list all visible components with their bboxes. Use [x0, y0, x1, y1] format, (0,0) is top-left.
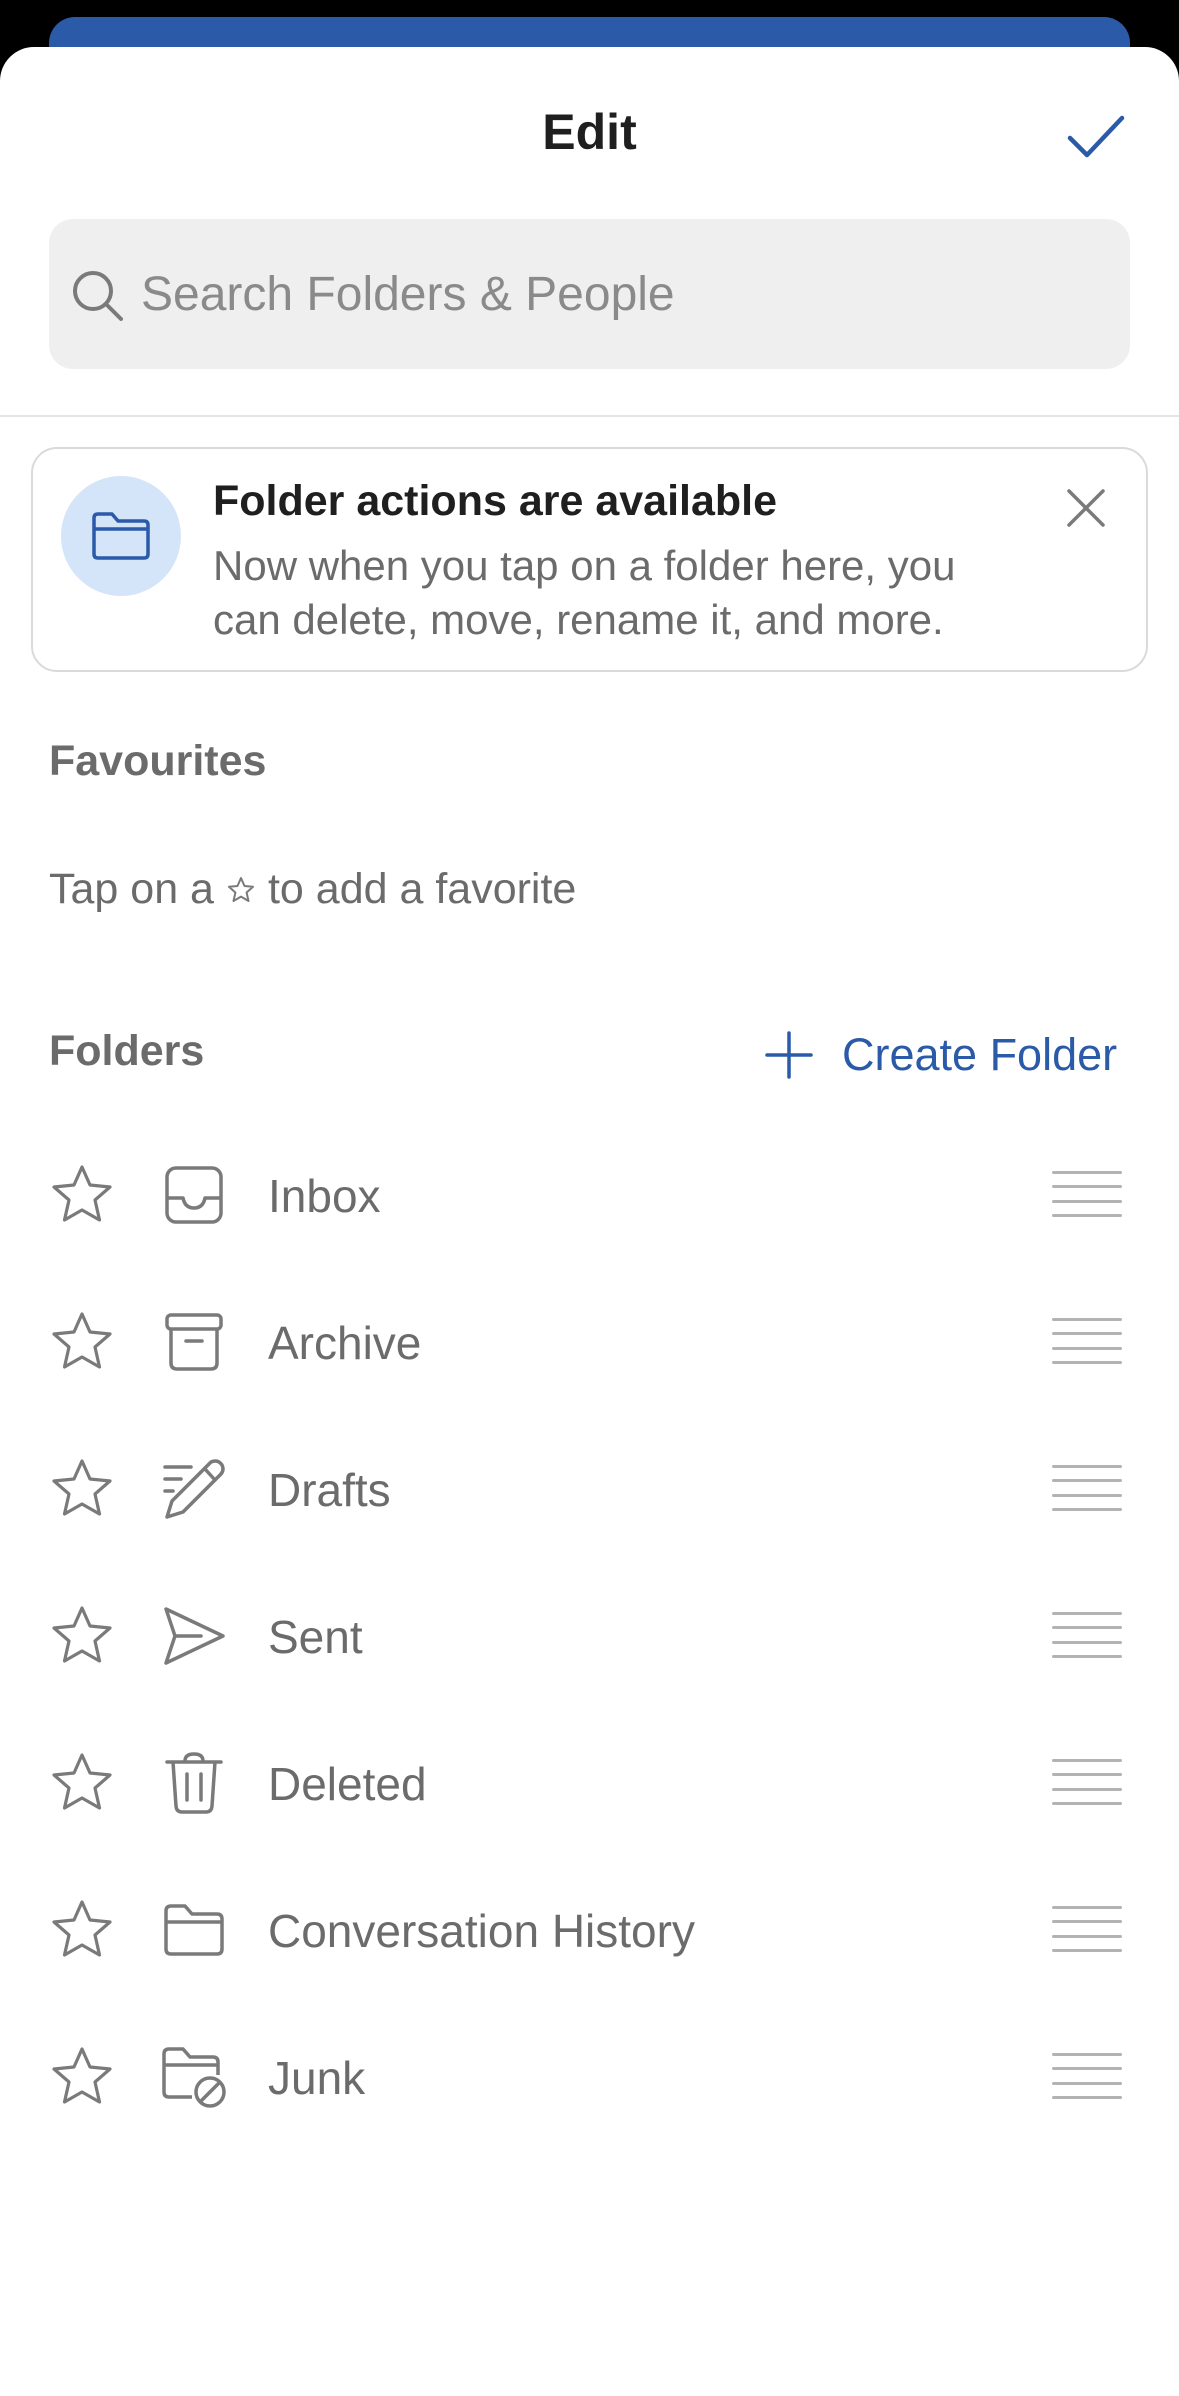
favorite-toggle[interactable] — [48, 1161, 116, 1229]
star-icon — [52, 1753, 112, 1810]
create-folder-button[interactable]: Create Folder — [764, 1023, 1117, 1087]
folder-name: Sent — [268, 1611, 363, 1663]
folder-row-archive[interactable]: Archive — [0, 1268, 1179, 1415]
folders-heading: Folders — [49, 1027, 205, 1075]
folder-type-icon — [160, 2043, 228, 2111]
close-icon — [1067, 489, 1105, 527]
star-icon — [52, 1900, 112, 1957]
search-bar[interactable] — [49, 219, 1130, 369]
folder-row-sent[interactable]: Sent — [0, 1562, 1179, 1709]
folder-row-junk[interactable]: Junk — [0, 2003, 1179, 2150]
pencil-icon — [163, 1459, 225, 1519]
send-icon — [164, 1607, 225, 1665]
plus-icon — [765, 1031, 813, 1079]
reorder-handle[interactable] — [1052, 1318, 1122, 1364]
folder-type-icon — [160, 1455, 228, 1523]
star-icon — [52, 1606, 112, 1663]
folder-row-inbox[interactable]: Inbox — [0, 1121, 1179, 1268]
folder-actions-notice: Folder actions are available Now when yo… — [31, 447, 1148, 672]
star-icon — [52, 1459, 112, 1516]
favourites-hint-after: to add a favorite — [267, 865, 577, 913]
folder-type-icon — [160, 1308, 228, 1376]
edit-sheet: Edit Folder actions are available Now wh… — [0, 47, 1179, 2396]
folder-row-deleted[interactable]: Deleted — [0, 1709, 1179, 1856]
folder-name: Deleted — [268, 1758, 427, 1810]
folder-name: Junk — [268, 2052, 366, 2104]
favorite-toggle[interactable] — [48, 1455, 116, 1523]
done-button[interactable] — [1058, 99, 1134, 175]
reorder-handle[interactable] — [1052, 1759, 1122, 1805]
folder-type-icon — [160, 1749, 228, 1817]
favourites-hint-before: Tap on a — [49, 865, 214, 913]
folder-name: Inbox — [268, 1170, 381, 1222]
inbox-icon — [165, 1166, 223, 1224]
reorder-handle[interactable] — [1052, 1465, 1122, 1511]
notice-title: Folder actions are available — [213, 477, 778, 525]
notice-close-button[interactable] — [1055, 477, 1117, 539]
page-title: Edit — [542, 104, 637, 160]
reorder-handle[interactable] — [1052, 2053, 1122, 2099]
folder-type-icon — [160, 1602, 228, 1670]
star-icon — [227, 876, 254, 902]
folder-row-drafts[interactable]: Drafts — [0, 1415, 1179, 1562]
star-icon — [52, 1312, 112, 1369]
reorder-handle[interactable] — [1052, 1906, 1122, 1952]
star-icon — [52, 2047, 112, 2104]
folder-icon — [164, 1904, 224, 1956]
folder-name: Archive — [268, 1317, 422, 1369]
favorite-toggle[interactable] — [48, 2043, 116, 2111]
reorder-handle[interactable] — [1052, 1171, 1122, 1217]
folder-row-conversation-history[interactable]: Conversation History — [0, 1856, 1179, 2003]
favourites-heading: Favourites — [49, 737, 267, 785]
search-icon — [73, 271, 123, 321]
favorite-toggle[interactable] — [48, 1602, 116, 1670]
notice-body: Now when you tap on a folder here, you c… — [213, 542, 956, 643]
folder-icon — [92, 512, 150, 560]
favourites-hint: Tap on a to add a favorite — [49, 865, 576, 914]
create-folder-label: Create Folder — [842, 1029, 1118, 1080]
star-icon — [52, 1165, 112, 1222]
reorder-handle[interactable] — [1052, 1612, 1122, 1658]
trash-icon — [165, 1752, 223, 1814]
junk-folder-icon — [162, 2047, 226, 2108]
checkmark-icon — [1067, 115, 1125, 158]
folder-type-icon — [160, 1161, 228, 1229]
favorite-toggle[interactable] — [48, 1308, 116, 1376]
archive-icon — [165, 1313, 223, 1371]
folder-list: Inbox Archive Drafts Sent Deleted Conver… — [0, 1121, 1179, 2150]
favorite-toggle[interactable] — [48, 1896, 116, 1964]
header-divider — [0, 415, 1179, 417]
search-input[interactable] — [141, 219, 1101, 369]
favorite-toggle[interactable] — [48, 1749, 116, 1817]
folder-name: Conversation History — [268, 1905, 695, 1957]
folder-name: Drafts — [268, 1464, 391, 1516]
folder-type-icon — [160, 1896, 228, 1964]
sheet-header: Edit — [0, 47, 1179, 217]
notice-icon-badge — [61, 476, 181, 596]
